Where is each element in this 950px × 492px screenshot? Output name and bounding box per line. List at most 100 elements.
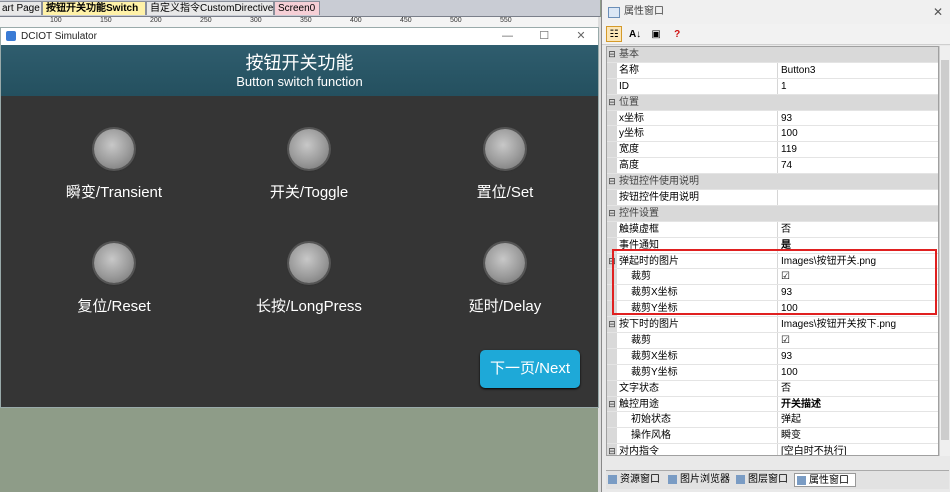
reset-button[interactable] <box>94 243 134 283</box>
tab-custom-directives[interactable]: 自定义指令CustomDirectives <box>146 1 278 15</box>
property-name: 裁剪X坐标 <box>631 285 778 301</box>
longpress-button[interactable] <box>289 243 329 283</box>
property-value[interactable]: 74 <box>781 158 792 174</box>
property-name: 弹起时的图片 <box>619 253 778 269</box>
property-row[interactable]: y坐标 100 <box>607 126 938 143</box>
screen-header: 按钮开关功能 Button switch function <box>1 45 598 96</box>
collapse-icon[interactable]: ⊟ <box>607 94 617 110</box>
property-value[interactable]: 93 <box>781 285 792 301</box>
property-row[interactable]: ⊟ 触控用途 开关描述 <box>607 396 938 413</box>
property-row[interactable]: 事件通知是 <box>607 237 938 254</box>
document-tab-strip: art Page 按钮开关功能Switch 自定义指令CustomDirecti… <box>0 0 600 17</box>
tab-start-page[interactable]: art Page <box>0 1 42 15</box>
tab-property-window[interactable]: 属性窗口 <box>794 473 856 487</box>
property-row[interactable]: ID 1 <box>607 78 938 95</box>
property-row[interactable]: 裁剪X坐标 93 <box>607 348 938 365</box>
set-button[interactable] <box>485 129 525 169</box>
property-row[interactable]: 文字状态否 <box>607 380 938 397</box>
checkbox-checked-icon[interactable]: ☑ <box>781 333 790 349</box>
property-value[interactable]: Button3 <box>781 63 815 79</box>
property-value[interactable]: 100 <box>781 365 798 381</box>
maximize-icon[interactable]: ☐ <box>527 28 561 45</box>
panel-title: 属性窗口 <box>624 6 664 17</box>
tab-resource-window[interactable]: 资源窗口 <box>606 473 664 487</box>
property-category[interactable]: ⊟ 控件设置 <box>607 205 938 222</box>
property-value[interactable]: 是 <box>781 238 791 254</box>
categorized-icon[interactable]: ☷ <box>606 26 622 42</box>
property-row[interactable]: 名称 Button3 <box>607 62 938 79</box>
transient-label: 瞬变/Transient <box>65 184 163 201</box>
property-row[interactable]: ⊟ 弹起时的图片 Images\按钮开关.png <box>607 253 938 270</box>
property-value[interactable]: 否 <box>781 381 791 397</box>
property-row[interactable]: 裁剪 ☑ <box>607 269 938 286</box>
property-value[interactable]: 93 <box>781 111 792 127</box>
tab-switch[interactable]: 按钮开关功能Switch <box>42 1 146 15</box>
property-name: 对内指令 <box>619 444 778 455</box>
collapse-icon[interactable]: ⊟ <box>607 396 617 412</box>
collapse-icon[interactable]: ⊟ <box>607 253 617 269</box>
property-row[interactable]: 裁剪Y坐标 100 <box>607 301 938 318</box>
property-name: y坐标 <box>619 126 778 142</box>
collapse-icon[interactable]: ⊟ <box>607 317 617 333</box>
property-value[interactable]: Images\按钮开关.png <box>781 254 876 270</box>
property-row[interactable]: 宽度 119 <box>607 142 938 159</box>
property-value[interactable]: 119 <box>781 142 797 158</box>
property-value[interactable]: 弹起 <box>781 412 801 428</box>
collapse-icon[interactable]: ⊟ <box>607 47 617 62</box>
property-row[interactable]: x坐标 93 <box>607 110 938 127</box>
ruler-label: 350 <box>300 17 312 24</box>
checkbox-checked-icon[interactable]: ☑ <box>781 269 790 285</box>
property-row[interactable]: 裁剪X坐标 93 <box>607 285 938 302</box>
help-icon[interactable]: ? <box>669 27 685 43</box>
property-name: 按钮控件使用说明 <box>619 176 699 188</box>
property-row[interactable]: 按钮控件使用说明 <box>607 190 938 206</box>
toggle-button[interactable] <box>289 129 329 169</box>
sort-alpha-icon[interactable]: A↓ <box>627 27 643 43</box>
collapse-icon[interactable]: ⊟ <box>607 174 617 190</box>
minimize-icon[interactable]: — <box>490 28 524 45</box>
screen-canvas: 瞬变/Transient 开关/Toggle 置位/Set 复位/Reset 长… <box>1 96 598 407</box>
tab-screen0[interactable]: Screen0 <box>274 1 320 15</box>
property-value[interactable]: Images\按钮开关按下.png <box>781 317 896 333</box>
property-value[interactable]: 瞬变 <box>781 428 801 444</box>
property-row[interactable]: 初始状态 弹起 <box>607 412 938 429</box>
property-value[interactable]: 开关描述 <box>781 397 821 413</box>
row-gutter <box>607 364 617 380</box>
delay-button[interactable] <box>485 243 525 283</box>
property-row[interactable]: ⊟ 按下时的图片 Images\按钮开关按下.png <box>607 317 938 334</box>
collapse-icon[interactable]: ⊟ <box>607 205 617 221</box>
property-row[interactable]: 触摸虚框否 <box>607 221 938 238</box>
row-gutter <box>607 62 617 78</box>
property-value[interactable]: 93 <box>781 349 792 365</box>
property-row[interactable]: ⊟ 对内指令 [空白时不执行] <box>607 444 938 455</box>
property-value[interactable]: 100 <box>781 301 798 317</box>
ruler-label: 550 <box>500 17 512 24</box>
property-row[interactable]: 裁剪 ☑ <box>607 333 938 349</box>
scrollbar-thumb[interactable] <box>941 60 949 440</box>
property-icon <box>797 476 806 485</box>
tab-image-browser[interactable]: 图片浏览器 <box>666 473 732 487</box>
next-page-button[interactable]: 下一页/Next <box>480 350 580 388</box>
property-name: 裁剪Y坐标 <box>631 301 778 317</box>
property-name: x坐标 <box>619 110 778 126</box>
property-row[interactable]: 操作风格 瞬变 <box>607 428 938 445</box>
close-icon[interactable]: ✕ <box>564 28 598 45</box>
ruler-label: 400 <box>350 17 362 24</box>
collapse-icon[interactable]: ⊟ <box>607 444 617 455</box>
property-value[interactable]: 否 <box>781 222 791 238</box>
property-row[interactable]: 裁剪Y坐标 100 <box>607 364 938 381</box>
tab-layer-window[interactable]: 图层窗口 <box>734 473 792 487</box>
property-scrollbar[interactable] <box>939 46 950 456</box>
property-value[interactable]: 1 <box>781 79 787 95</box>
property-category[interactable]: ⊟ 位置 <box>607 94 938 111</box>
property-category[interactable]: ⊟ 按钮控件使用说明 <box>607 174 938 191</box>
property-pages-icon[interactable]: ▣ <box>648 27 664 43</box>
property-value[interactable]: [空白时不执行] <box>781 444 847 455</box>
property-category[interactable]: ⊟ 基本 <box>607 47 938 63</box>
property-row[interactable]: 高度 74 <box>607 158 938 175</box>
property-value[interactable]: 100 <box>781 126 798 142</box>
transient-button[interactable] <box>94 129 134 169</box>
property-name: 文字状态 <box>619 380 778 396</box>
close-icon[interactable]: ✕ <box>933 0 943 24</box>
ruler-label: 450 <box>400 17 412 24</box>
